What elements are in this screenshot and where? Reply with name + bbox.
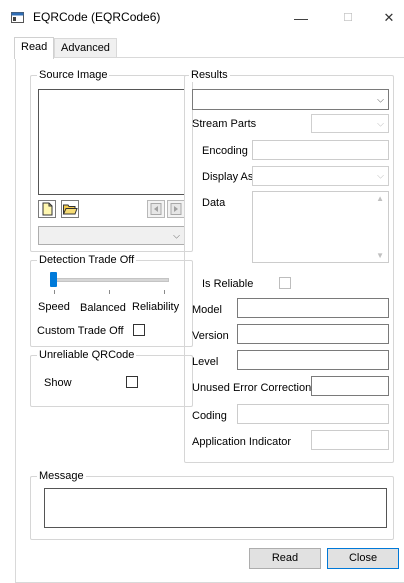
unreliable-qrcode-label: Unreliable QRCode xyxy=(37,348,137,362)
chevron-down-icon: ⌵ xyxy=(377,94,384,104)
trade-off-slider-track xyxy=(53,278,169,282)
show-label: Show xyxy=(44,377,72,389)
model-label: Model xyxy=(192,304,222,316)
speed-label: Speed xyxy=(38,301,70,313)
data-textarea[interactable]: ▲ ▼ xyxy=(252,191,389,263)
stream-parts-select[interactable]: ⌵ xyxy=(311,114,389,133)
title-bar: EQRCode (EQRCode6) — ☐ ✕ xyxy=(0,0,404,34)
level-label: Level xyxy=(192,356,219,368)
show-unreliable-checkbox[interactable] xyxy=(126,376,138,388)
next-image-button[interactable] xyxy=(167,200,185,218)
coding-label: Coding xyxy=(192,410,227,422)
slider-tick xyxy=(54,290,55,294)
close-button[interactable]: Close xyxy=(327,548,399,569)
unused-error-correction-field[interactable] xyxy=(311,376,389,396)
slider-tick xyxy=(109,290,110,294)
reliability-label: Reliability xyxy=(132,301,180,313)
coding-field[interactable] xyxy=(237,404,389,424)
scroll-up-icon: ▲ xyxy=(376,194,384,203)
new-document-icon xyxy=(42,202,53,216)
stream-parts-label: Stream Parts xyxy=(192,118,257,130)
image-preview xyxy=(38,89,185,195)
read-button[interactable]: Read xyxy=(249,548,321,569)
chevron-down-icon: ⌵ xyxy=(377,170,384,181)
minimize-button[interactable]: — xyxy=(286,6,316,30)
application-indicator-label: Application Indicator xyxy=(192,436,292,448)
message-label: Message xyxy=(37,469,86,483)
display-as-label: Display As xyxy=(202,171,254,183)
window-title: EQRCode (EQRCode6) xyxy=(33,10,161,24)
chevron-down-icon: ⌵ xyxy=(377,118,384,128)
custom-trade-off-checkbox[interactable] xyxy=(133,324,145,336)
close-icon: ✕ xyxy=(383,10,395,25)
source-image-group: Source Image ⌵ xyxy=(30,68,193,252)
detection-trade-off-label: Detection Trade Off xyxy=(37,253,137,267)
results-select[interactable]: ⌵ xyxy=(192,89,389,110)
tab-panel-read: Source Image ⌵ Detection Trade Off Speed… xyxy=(15,57,404,583)
balanced-label: Balanced xyxy=(80,302,126,314)
model-field[interactable] xyxy=(237,298,389,318)
minimize-icon: — xyxy=(294,10,308,26)
eqrcode-window: EQRCode (EQRCode6) — ☐ ✕ Read Advanced S… xyxy=(0,0,404,583)
close-window-button[interactable]: ✕ xyxy=(374,6,404,30)
app-icon xyxy=(11,12,24,23)
new-image-button[interactable] xyxy=(38,200,56,218)
custom-trade-off-label: Custom Trade Off xyxy=(37,325,124,337)
source-image-label: Source Image xyxy=(37,68,110,82)
slider-tick xyxy=(164,290,165,294)
maximize-button[interactable]: ☐ xyxy=(333,6,363,30)
next-icon xyxy=(170,203,182,215)
open-folder-icon xyxy=(62,204,78,215)
application-indicator-field[interactable] xyxy=(311,430,389,450)
maximize-icon: ☐ xyxy=(343,12,353,24)
is-reliable-checkbox[interactable] xyxy=(279,277,291,289)
chevron-down-icon: ⌵ xyxy=(173,230,180,240)
version-label: Version xyxy=(192,330,229,342)
previous-icon xyxy=(150,203,162,215)
source-image-select[interactable]: ⌵ xyxy=(38,226,185,245)
results-label: Results xyxy=(189,68,230,82)
encoding-field[interactable] xyxy=(252,140,389,160)
open-image-button[interactable] xyxy=(61,200,79,218)
level-field[interactable] xyxy=(237,350,389,370)
detection-trade-off-group: Detection Trade Off Speed Balanced Relia… xyxy=(30,253,193,347)
results-group: Results ⌵ Stream Parts ⌵ Encoding Displa… xyxy=(184,68,394,463)
version-field[interactable] xyxy=(237,324,389,344)
tab-read[interactable]: Read xyxy=(14,37,55,59)
unreliable-qrcode-group: Unreliable QRCode Show xyxy=(30,348,193,407)
encoding-label: Encoding xyxy=(202,145,248,157)
display-as-select[interactable]: ⌵ xyxy=(252,166,389,186)
is-reliable-label: Is Reliable xyxy=(202,278,254,290)
data-label: Data xyxy=(202,197,226,209)
message-group: Message xyxy=(30,469,394,540)
unused-error-correction-label: Unused Error Correction xyxy=(192,382,312,394)
scroll-down-icon: ▼ xyxy=(376,251,384,260)
previous-image-button[interactable] xyxy=(147,200,165,218)
trade-off-slider-thumb[interactable] xyxy=(50,272,57,287)
message-textarea[interactable] xyxy=(44,488,387,528)
tab-advanced[interactable]: Advanced xyxy=(54,38,117,58)
